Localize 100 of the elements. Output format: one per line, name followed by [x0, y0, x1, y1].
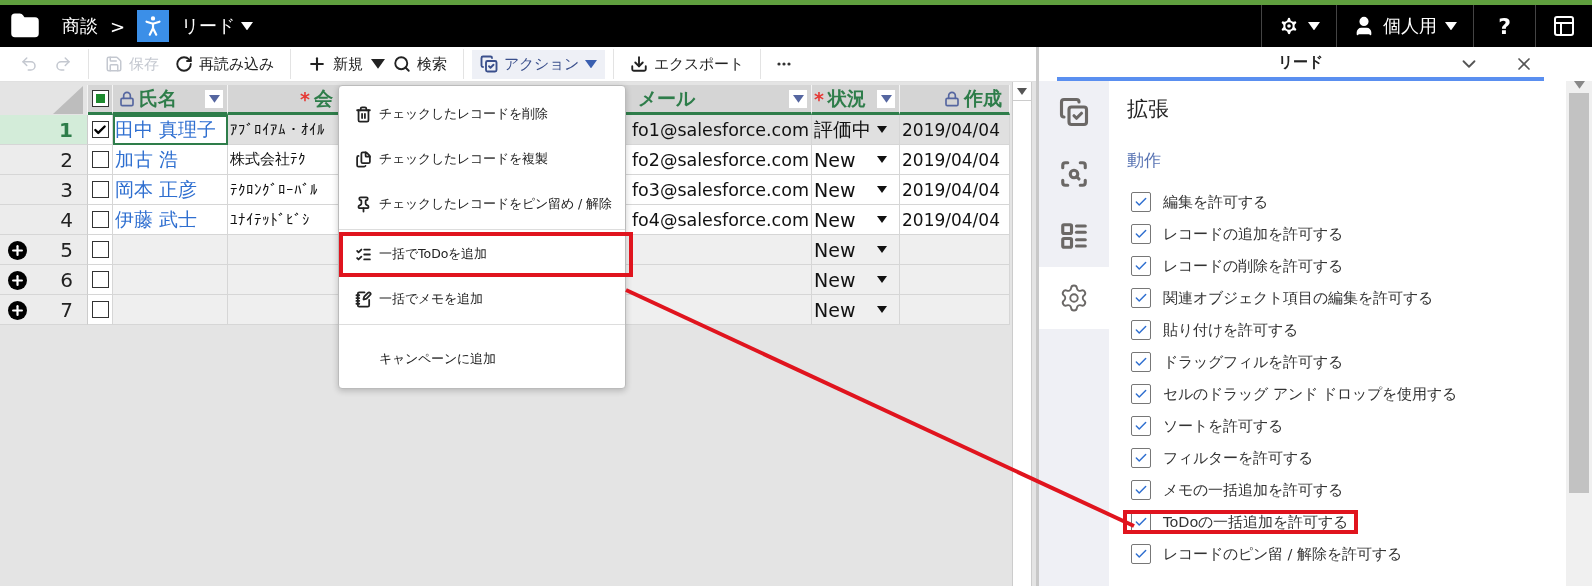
option-checkbox[interactable] — [1131, 416, 1151, 436]
created-date-cell: 2019/04/04 — [900, 145, 1010, 175]
export-button[interactable]: エクスポート — [622, 49, 752, 79]
panel-tab[interactable]: リード — [1278, 52, 1323, 72]
status-cell[interactable]: New — [812, 265, 900, 295]
checked-copies-icon — [1059, 97, 1089, 127]
add-row-icon[interactable] — [8, 301, 27, 320]
row-checkbox[interactable] — [91, 151, 109, 168]
search-icon — [393, 55, 411, 73]
breadcrumb-separator: > — [110, 15, 126, 37]
option-checkbox[interactable] — [1131, 256, 1151, 276]
check-icon — [1134, 259, 1148, 273]
created-date-cell: 2019/04/04 — [900, 115, 1010, 145]
option-label: フィルターを許可する — [1163, 448, 1313, 468]
option-checkbox[interactable] — [1131, 192, 1151, 212]
option-checkbox[interactable] — [1131, 224, 1151, 244]
menu-item[interactable]: 一括でToDoを追加 — [339, 232, 633, 277]
help-button[interactable]: ? — [1490, 13, 1519, 39]
more-icon — [777, 62, 791, 66]
add-row-icon[interactable] — [8, 271, 27, 290]
trash-icon — [355, 106, 372, 123]
option-checkbox[interactable] — [1131, 480, 1151, 500]
person-icon[interactable] — [137, 10, 170, 42]
name-cell[interactable]: 加古 浩 — [113, 145, 228, 175]
user-menu[interactable]: 個人用 — [1383, 14, 1438, 38]
download-icon — [630, 55, 648, 73]
pin-icon — [355, 196, 372, 213]
scroll-up-icon — [1573, 81, 1585, 89]
option-label: 関連オブジェクト項目の編集を許可する — [1163, 288, 1433, 308]
column-title: 状況 — [827, 85, 866, 111]
name-cell[interactable] — [113, 265, 228, 295]
row-checkbox[interactable] — [91, 241, 109, 258]
option-checkbox[interactable] — [1131, 320, 1151, 340]
check-icon — [1134, 323, 1148, 337]
filter-button[interactable] — [205, 90, 223, 108]
select-all-checkbox[interactable] — [91, 90, 109, 107]
option-label: レコードの追加を許可する — [1163, 224, 1343, 244]
action-button[interactable]: アクション — [472, 49, 605, 79]
option-checkbox[interactable] — [1131, 384, 1151, 404]
option-label: 編集を許可する — [1163, 192, 1268, 212]
option-label: ToDoの一括追加を許可する — [1163, 512, 1349, 532]
object-name[interactable]: リード — [181, 14, 236, 38]
filter-caret-icon — [208, 95, 220, 103]
filter-button[interactable] — [789, 90, 807, 108]
row-checkbox[interactable] — [91, 301, 109, 318]
caret-icon — [1445, 21, 1458, 31]
option-label: 貼り付けを許可する — [1163, 320, 1298, 340]
column-title: メール — [638, 85, 695, 111]
check-icon — [1134, 195, 1148, 209]
filter-button[interactable] — [877, 90, 895, 108]
add-row-icon[interactable] — [8, 241, 27, 260]
section-title: 動作 — [1127, 149, 1162, 172]
option-checkbox[interactable] — [1131, 288, 1151, 308]
redo-icon — [54, 55, 72, 73]
filter-caret-icon — [880, 95, 892, 103]
option-checkbox[interactable] — [1131, 544, 1151, 564]
row-checkbox[interactable] — [91, 211, 109, 228]
check-icon — [1134, 355, 1148, 369]
caret-icon — [1308, 21, 1321, 31]
row-checkbox[interactable] — [91, 121, 109, 138]
dropdown-caret-icon — [371, 59, 385, 69]
status-cell[interactable]: New — [812, 145, 900, 175]
row-number: 1 — [0, 115, 88, 145]
name-cell[interactable]: 岡本 正彦 — [113, 175, 228, 205]
scroll-up-icon — [1017, 87, 1027, 95]
reload-button[interactable]: 再読み込み — [167, 49, 282, 79]
option-checkbox[interactable] — [1131, 448, 1151, 468]
name-cell[interactable]: 田中 真理子 — [113, 115, 228, 145]
row-checkbox[interactable] — [91, 181, 109, 198]
name-cell[interactable]: 伊藤 武士 — [113, 205, 228, 235]
status-cell[interactable]: New — [812, 175, 900, 205]
new-button[interactable]: 新規 — [299, 49, 371, 79]
option-checkbox[interactable] — [1131, 352, 1151, 372]
name-cell[interactable] — [113, 295, 228, 325]
side-tab[interactable] — [1039, 267, 1109, 329]
option-label: レコードのピン留 / 解除を許可する — [1163, 544, 1403, 564]
status-cell[interactable]: New — [812, 205, 900, 235]
lock-icon — [944, 90, 960, 107]
caret-icon — [241, 21, 254, 31]
reload-icon — [175, 55, 193, 73]
column-title: 作成 — [964, 85, 1002, 111]
column-title: 会 — [313, 85, 333, 111]
status-cell[interactable]: New — [812, 235, 900, 265]
check-icon — [1134, 483, 1148, 497]
created-date-cell: 2019/04/04 — [900, 205, 1010, 235]
name-cell[interactable] — [113, 235, 228, 265]
row-checkbox[interactable] — [91, 271, 109, 288]
layout-icon[interactable] — [1552, 14, 1576, 38]
check-icon — [1134, 515, 1148, 529]
menu-item[interactable]: 一括でメモを追加 — [339, 277, 625, 322]
settings-icon — [1059, 283, 1089, 313]
breadcrumb-link[interactable]: 商談 — [62, 14, 98, 38]
menu-item[interactable]: キャンペーンに追加 — [339, 337, 625, 382]
status-cell[interactable]: 評価中 — [812, 115, 900, 145]
save-icon — [105, 55, 123, 73]
required-mark: * — [814, 87, 824, 110]
row-number: 6 — [0, 265, 88, 295]
status-cell[interactable]: New — [812, 295, 900, 325]
scrollbar-thumb[interactable] — [1569, 92, 1589, 493]
search-button[interactable]: 検索 — [385, 49, 455, 79]
